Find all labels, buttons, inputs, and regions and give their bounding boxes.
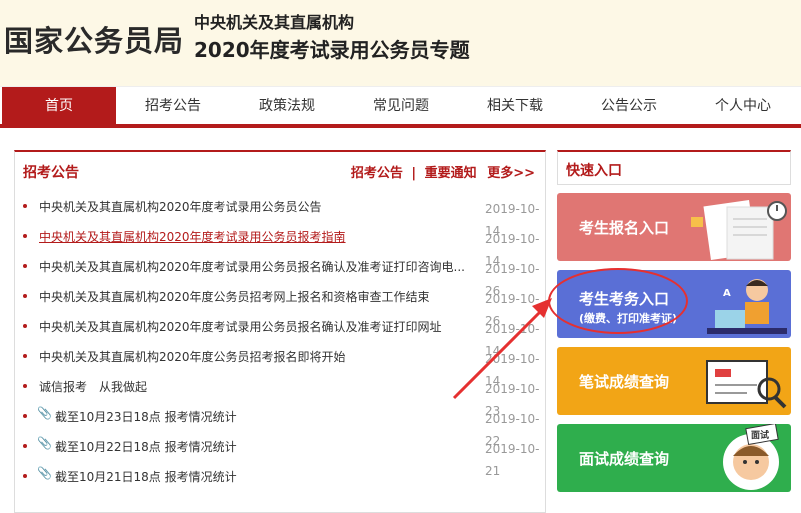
applicant-registration-tile[interactable]: 考生报名入口 (557, 193, 791, 261)
nav-underline (0, 124, 801, 128)
news-title[interactable]: 截至10月21日18点 报考情况统计 (55, 468, 485, 485)
tile-label: 笔试成绩查询 (579, 373, 670, 391)
list-item[interactable]: 中央机关及其直属机构2020年度考试录用公务员报名确认及准考证打印咨询电... … (15, 258, 545, 298)
paperclip-icon: 📎 (37, 466, 52, 480)
list-item[interactable]: 📎 截至10月22日18点 报考情况统计 2019-10-21 (15, 436, 545, 478)
page-header: 国家公务员局 中央机关及其直属机构 2020年度考试录用公务员专题 (0, 0, 801, 86)
bullet-icon (23, 384, 27, 388)
bullet-icon (23, 354, 27, 358)
nav-announcements[interactable]: 公告公示 (572, 87, 686, 125)
nav-recruitment[interactable]: 招考公告 (116, 87, 230, 125)
quick-entry-title: 快速入口 (566, 163, 622, 179)
panel-links: 招考公告 | 重要通知 更多>> (351, 162, 535, 181)
interview-score-query-tile[interactable]: 面试成绩查询 面试 (557, 424, 791, 492)
bullet-icon (23, 264, 27, 268)
bullet-icon (23, 324, 27, 328)
link-notices[interactable]: 重要通知 (425, 166, 477, 181)
list-item[interactable]: 📎 截至10月21日18点 报考情况统计 (15, 466, 545, 500)
quick-entry-header: 快速入口 (557, 150, 791, 185)
news-title[interactable]: 中央机关及其直属机构2020年度考试录用公务员报名确认及准考证打印咨询电... (39, 258, 469, 275)
interviewer-avatar-icon: 面试 (723, 424, 779, 490)
header-subtitle: 中央机关及其直属机构 (194, 13, 355, 32)
link-recruitment[interactable]: 招考公告 (351, 166, 403, 181)
bullet-icon (23, 294, 27, 298)
bullet-icon (23, 204, 27, 208)
highlight-oval (548, 268, 688, 334)
nav-policy[interactable]: 政策法规 (230, 87, 344, 125)
panel-title: 招考公告 (23, 165, 79, 181)
paperclip-icon: 📎 (37, 436, 52, 450)
svg-text:A: A (723, 288, 731, 299)
written-score-query-tile[interactable]: 笔试成绩查询 (557, 347, 791, 415)
student-desk-icon: A (707, 279, 787, 334)
news-title[interactable]: 中央机关及其直属机构2020年度考试录用公务员报考指南 (39, 228, 469, 245)
list-item[interactable]: 中央机关及其直属机构2020年度考试录用公务员报考指南 2019-10-14 (15, 228, 545, 268)
documents-icon (691, 200, 787, 260)
more-link[interactable]: 更多>> (487, 166, 535, 181)
list-item[interactable]: 中央机关及其直属机构2020年度考试录用公务员公告 2019-10-14 (15, 198, 545, 238)
bullet-icon (23, 414, 27, 418)
news-title[interactable]: 截至10月23日18点 报考情况统计 (55, 408, 485, 425)
link-separator: | (411, 166, 417, 181)
list-item[interactable]: 📎 截至10月23日18点 报考情况统计 2019-10-22 (15, 406, 545, 448)
paperclip-icon: 📎 (37, 406, 52, 420)
nav-home[interactable]: 首页 (2, 87, 116, 125)
nav-faq[interactable]: 常见问题 (344, 87, 458, 125)
interview-tag: 面试 (751, 429, 769, 441)
news-title[interactable]: 中央机关及其直属机构2020年度公务员招考网上报名和资格审查工作结束 (39, 288, 469, 305)
tile-label: 考生报名入口 (579, 219, 670, 237)
bullet-icon (23, 444, 27, 448)
bullet-icon (23, 474, 27, 478)
site-logo[interactable]: 国家公务员局 (4, 18, 184, 60)
news-title[interactable]: 诚信报考 从我做起 (39, 378, 469, 395)
nav-personal-center[interactable]: 个人中心 (686, 87, 800, 125)
news-title[interactable]: 中央机关及其直属机构2020年度考试录用公务员公告 (39, 198, 469, 215)
news-title[interactable]: 中央机关及其直属机构2020年度考试录用公务员报名确认及准考证打印网址 (39, 318, 469, 335)
news-title[interactable]: 中央机关及其直属机构2020年度公务员招考报名即将开始 (39, 348, 469, 365)
nav-downloads[interactable]: 相关下载 (458, 87, 572, 125)
bullet-icon (23, 234, 27, 238)
news-title[interactable]: 截至10月22日18点 报考情况统计 (55, 438, 485, 455)
score-report-icon (706, 360, 787, 409)
main-nav: 首页 招考公告 政策法规 常见问题 相关下载 公告公示 个人中心 (0, 86, 801, 125)
tile-label: 面试成绩查询 (579, 450, 670, 468)
header-title: 2020年度考试录用公务员专题 (194, 38, 470, 62)
annotation-arrow-icon (452, 298, 552, 400)
